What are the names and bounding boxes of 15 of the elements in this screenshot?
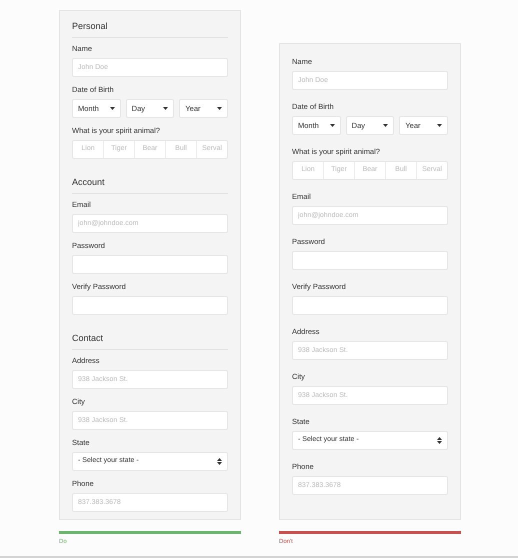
- caret-icon: [383, 124, 388, 127]
- password-field[interactable]: [72, 296, 228, 315]
- section-heading: Contact: [72, 332, 104, 344]
- password-field[interactable]: [292, 296, 448, 315]
- caret-icon: [163, 107, 168, 110]
- caret-icon: [217, 107, 222, 110]
- up-down-arrows-icon: [217, 458, 222, 465]
- caret-icon: [110, 107, 115, 110]
- password-field[interactable]: [292, 251, 448, 270]
- up-down-arrows-icon: [437, 437, 442, 444]
- password-field[interactable]: [72, 255, 228, 274]
- caret-icon: [437, 124, 442, 127]
- section-heading: Personal: [72, 20, 109, 32]
- caret-icon: [330, 124, 335, 127]
- section-heading: Account: [72, 176, 106, 188]
